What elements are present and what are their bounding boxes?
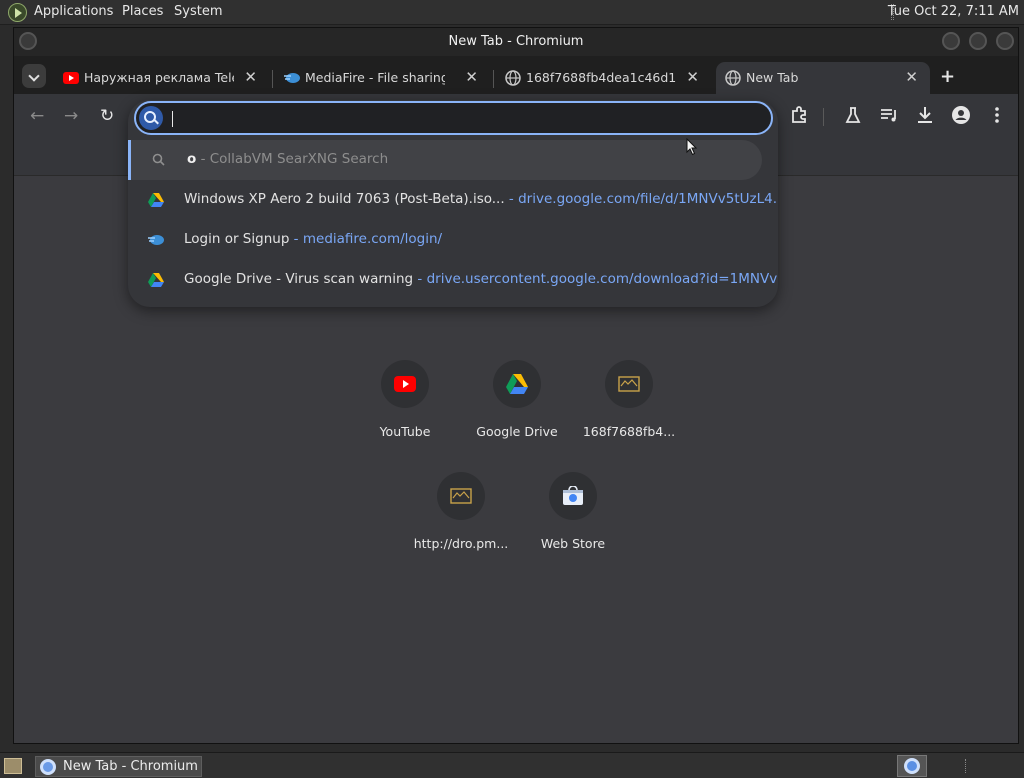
desktop-screen: Applications Places System Tue Oct 22, 7… — [0, 0, 1024, 778]
toolbar-separator — [823, 108, 824, 126]
clock[interactable]: Tue Oct 22, 7:11 AM — [888, 4, 1019, 19]
top-panel: Applications Places System Tue Oct 22, 7… — [0, 0, 1024, 25]
tab-title: MediaFire - File sharing a — [305, 70, 445, 85]
tab-close-icon[interactable]: ✕ — [465, 68, 478, 86]
suggestion-url: drive.usercontent.google.com/download?id… — [426, 271, 778, 287]
suggestion-title: Login or Signup — [184, 231, 290, 247]
reload-icon[interactable]: ↻ — [100, 106, 114, 126]
site-icon — [450, 488, 472, 504]
suggestion-title: Windows XP Aero 2 build 7063 (Post-Beta)… — [184, 191, 505, 207]
workspace-switcher[interactable] — [897, 755, 927, 777]
shortcut-icon-circle — [437, 472, 485, 520]
mouse-pointer-icon — [686, 138, 698, 156]
suggestion-search[interactable]: o - CollabVM SearXNG Search — [128, 140, 762, 180]
suggestion-text: o - CollabVM SearXNG Search — [187, 151, 388, 167]
tray-separator — [965, 759, 967, 773]
applications-menu[interactable]: Applications — [34, 4, 113, 19]
shortcut-label: YouTube — [379, 424, 431, 439]
tab-strip: Наружная реклама Tele2 ✕ MediaFire - Fil… — [14, 56, 1018, 94]
tab-divider — [493, 70, 494, 88]
profile-avatar-icon[interactable] — [950, 104, 972, 126]
globe-icon — [505, 70, 521, 86]
kebab-menu-icon[interactable] — [986, 104, 1008, 126]
shortcut-label: Google Drive — [476, 424, 558, 439]
suggestion-engine: CollabVM SearXNG Search — [209, 151, 389, 167]
site-icon — [618, 376, 640, 392]
taskbar-window-chromium[interactable]: New Tab - Chromium — [35, 756, 202, 777]
chromium-icon — [904, 758, 920, 774]
shortcut-label: Web Store — [540, 536, 606, 551]
back-arrow-icon[interactable]: ← — [30, 106, 44, 126]
chromium-icon — [40, 759, 56, 775]
suggestion-query: o — [187, 151, 197, 167]
bottom-taskbar: New Tab - Chromium — [0, 752, 1024, 778]
shortcut-icon-circle — [605, 360, 653, 408]
download-icon[interactable] — [914, 104, 936, 126]
suggestion-url: mediafire.com/login/ — [302, 231, 443, 247]
search-icon — [139, 106, 163, 130]
tab-divider — [272, 70, 273, 88]
suggestion-separator: - — [504, 191, 519, 207]
suggestion-text: Login or Signup - mediafire.com/login/ — [184, 231, 442, 247]
media-controls-icon[interactable] — [878, 104, 900, 126]
google-drive-icon — [506, 374, 528, 394]
suggestion-separator: - — [413, 271, 427, 287]
tab-title: New Tab — [746, 70, 799, 85]
youtube-icon — [394, 376, 416, 392]
suggestion-separator: - — [196, 151, 210, 167]
shortcut-label: http://dro.pm... — [413, 536, 509, 551]
tab-youtube[interactable]: Наружная реклама Tele2 ✕ — [54, 62, 269, 94]
suggestion-text: Windows XP Aero 2 build 7063 (Post-Beta)… — [184, 191, 778, 207]
shortcut-hash-page[interactable]: 168f7688fb4... — [573, 360, 685, 460]
minimize-button[interactable] — [942, 32, 960, 50]
places-menu[interactable]: Places — [122, 4, 163, 19]
taskbar-window-label: New Tab - Chromium — [63, 759, 198, 774]
tab-search-button[interactable] — [22, 64, 46, 88]
tab-close-icon[interactable]: ✕ — [244, 68, 257, 86]
globe-icon — [725, 70, 741, 86]
new-tab-plus-icon[interactable]: + — [940, 66, 955, 87]
tab-close-icon[interactable]: ✕ — [905, 68, 918, 86]
search-icon — [152, 153, 165, 166]
suggestion-url: drive.google.com/file/d/1MNVv5tUzL4... — [518, 191, 778, 207]
show-desktop-icon[interactable] — [4, 758, 22, 774]
tab-hash-page[interactable]: 168f7688fb4dea1c46d1b8 ✕ — [496, 62, 711, 94]
mediafire-icon — [148, 235, 164, 245]
tab-mediafire[interactable]: MediaFire - File sharing a ✕ — [275, 62, 490, 94]
shortcut-icon-circle — [493, 360, 541, 408]
forward-arrow-icon[interactable]: → — [64, 106, 78, 126]
system-menu[interactable]: System — [174, 4, 222, 19]
omnibox-input[interactable] — [134, 101, 773, 135]
shortcut-label: 168f7688fb4... — [582, 424, 676, 439]
web-store-icon — [563, 486, 583, 505]
mediafire-icon — [284, 73, 300, 83]
maximize-button[interactable] — [969, 32, 987, 50]
distro-logo-icon[interactable] — [8, 3, 27, 22]
suggestion-text: Google Drive - Virus scan warning - driv… — [184, 271, 778, 287]
shortcut-youtube[interactable]: YouTube — [349, 360, 461, 460]
text-caret — [172, 111, 173, 127]
youtube-icon — [63, 72, 79, 84]
shortcut-web-store[interactable]: Web Store — [517, 472, 629, 572]
shortcut-icon-circle — [381, 360, 429, 408]
shortcut-google-drive[interactable]: Google Drive — [461, 360, 573, 460]
google-drive-icon — [148, 193, 164, 207]
suggestion-drive-virus-scan[interactable]: Google Drive - Virus scan warning - driv… — [128, 260, 778, 300]
tab-close-icon[interactable]: ✕ — [686, 68, 699, 86]
window-title: New Tab - Chromium — [448, 34, 584, 49]
tab-new-tab[interactable]: New Tab ✕ — [716, 62, 930, 94]
tab-title: 168f7688fb4dea1c46d1b8 — [526, 70, 676, 85]
labs-flask-icon[interactable] — [842, 104, 864, 126]
tab-title: Наружная реклама Tele2 — [84, 70, 234, 85]
suggestion-mediafire-login[interactable]: Login or Signup - mediafire.com/login/ — [128, 220, 778, 260]
extensions-puzzle-icon[interactable] — [788, 104, 810, 126]
window-titlebar[interactable]: New Tab - Chromium — [14, 28, 1018, 56]
suggestion-separator: - — [289, 231, 303, 247]
suggestion-windows-xp-iso[interactable]: Windows XP Aero 2 build 7063 (Post-Beta)… — [128, 180, 778, 220]
google-drive-icon — [148, 273, 164, 287]
close-window-button[interactable] — [996, 32, 1014, 50]
shortcut-icon-circle — [549, 472, 597, 520]
suggestion-title: Google Drive - Virus scan warning — [184, 271, 414, 287]
shortcut-dro-pm[interactable]: http://dro.pm... — [405, 472, 517, 572]
